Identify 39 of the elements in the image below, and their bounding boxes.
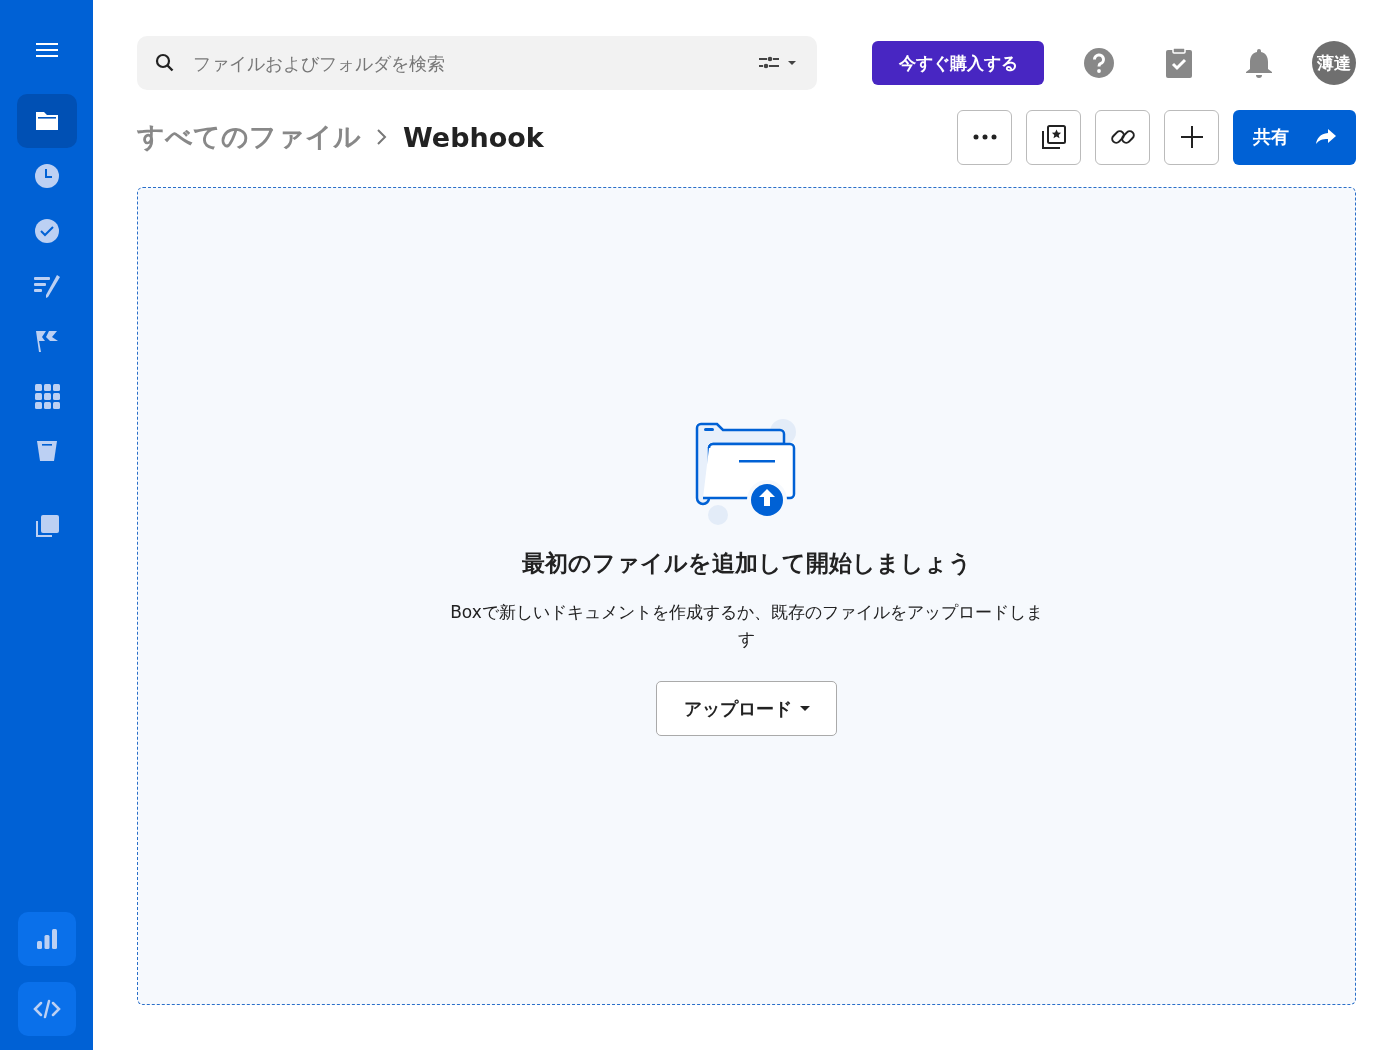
search-bar[interactable]: ファイルおよびフォルダを検索 <box>137 36 817 90</box>
new-item-button[interactable] <box>1164 109 1219 165</box>
copy-icon <box>33 513 60 539</box>
search-field[interactable]: ファイルおよびフォルダを検索 <box>191 51 741 75</box>
developer-button[interactable] <box>17 982 76 1036</box>
caret-icon <box>799 705 810 712</box>
pencil-lines-icon <box>32 273 61 299</box>
flag-icon <box>33 328 60 354</box>
bell-icon <box>1244 47 1274 79</box>
search-icon <box>155 53 175 73</box>
bar-chart-icon <box>34 927 59 951</box>
more-options-button[interactable] <box>957 109 1012 165</box>
breadcrumb-link[interactable]: すべてのファイル <box>137 119 361 155</box>
folder-icon <box>33 110 60 132</box>
empty-state-description: Boxで新しいドキュメントを作成するか、既存のファイルをアップロードします <box>449 601 1044 651</box>
chevron-right-icon <box>375 127 389 147</box>
check-circle-icon <box>33 218 60 244</box>
upload-button[interactable]: アップロード <box>656 681 837 736</box>
more-icon <box>972 134 997 140</box>
insights-button[interactable] <box>17 912 76 966</box>
folder-title: Webhook <box>403 121 544 153</box>
sidebar-item[interactable] <box>16 94 77 148</box>
menu-icon <box>35 42 58 58</box>
code-icon <box>32 999 61 1019</box>
filter-dropdown-icon <box>757 55 799 71</box>
buy-now-button[interactable]: 今すぐ購入する <box>872 41 1044 85</box>
copy-link-button[interactable] <box>1095 109 1150 165</box>
plus-icon <box>1179 125 1204 149</box>
share-arrow-icon <box>1314 128 1337 146</box>
clock-icon <box>33 163 60 189</box>
user-avatar[interactable]: 薄達 <box>1312 41 1356 85</box>
clipboard-check-icon <box>1165 47 1193 79</box>
starred-copy-icon <box>1040 124 1067 150</box>
trash-icon <box>34 439 59 463</box>
collections-button[interactable] <box>1026 109 1081 165</box>
empty-state-title: 最初のファイルを追加して開始しましょう <box>521 549 972 578</box>
apps-grid-icon <box>33 383 60 409</box>
share-button[interactable]: 共有 <box>1233 109 1356 165</box>
help-icon <box>1083 47 1115 79</box>
